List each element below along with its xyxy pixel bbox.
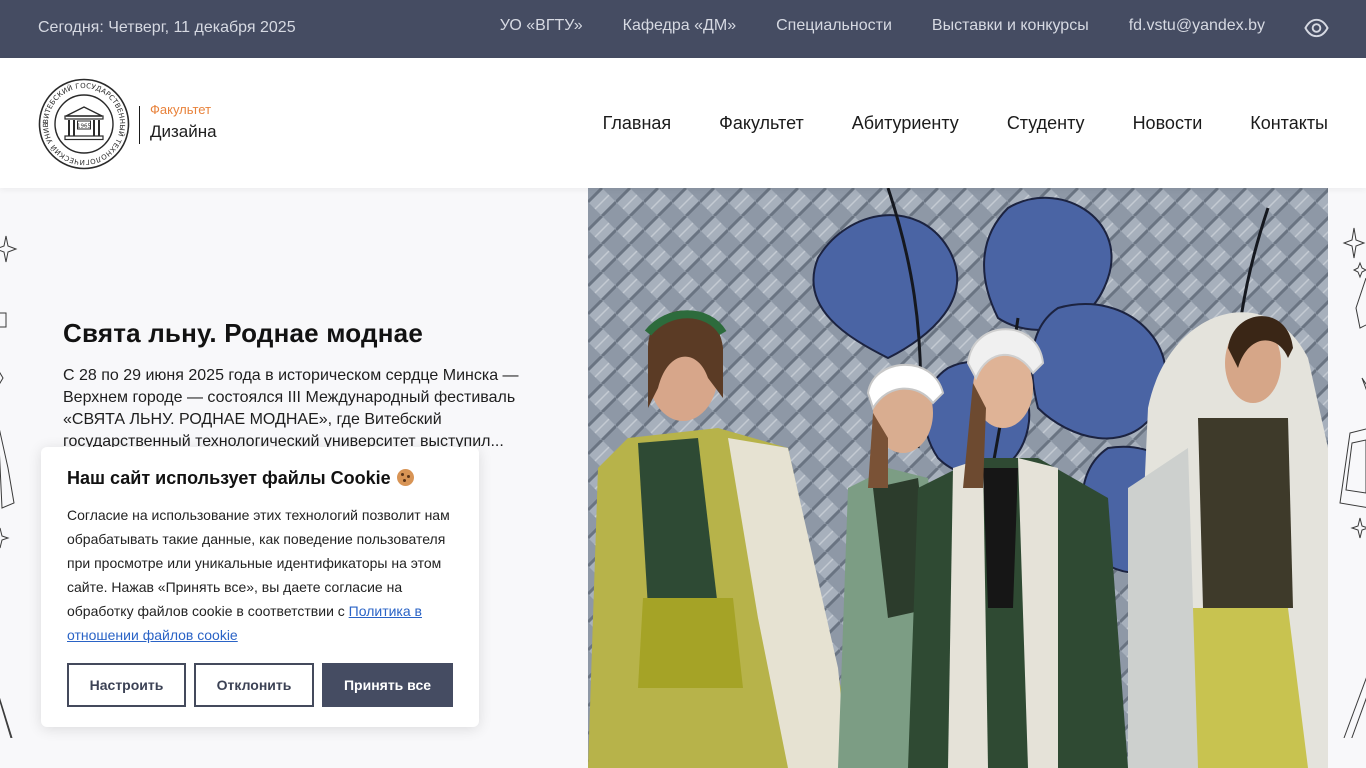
nav-item-faculty[interactable]: Факультет — [719, 113, 804, 134]
cookie-decline-button[interactable]: Отклонить — [194, 663, 314, 707]
cookie-consent-banner: Наш сайт использует файлы Cookie Согласи… — [41, 447, 479, 727]
cookie-description: Согласие на использование этих технологи… — [67, 503, 459, 647]
cookie-title-text: Наш сайт использует файлы Cookie — [67, 468, 391, 488]
site-header: ВИТЕБСКИЙ ГОСУДАРСТВЕННЫЙ ТЕХНОЛОГИЧЕСКИ… — [0, 58, 1366, 188]
logo-faculty-name[interactable]: Дизайна — [150, 122, 217, 142]
university-seal-logo[interactable]: ВИТЕБСКИЙ ГОСУДАРСТВЕННЫЙ ТЕХНОЛОГИЧЕСКИ… — [38, 78, 130, 170]
top-link-specialties[interactable]: Специальности — [776, 17, 892, 35]
hero-title[interactable]: Свята льну. Роднае моднае — [63, 318, 423, 349]
logo-divider — [139, 106, 140, 144]
top-links: УО «ВГТУ» Кафедра «ДМ» Специальности Выс… — [500, 17, 1265, 35]
decorative-sketch-left — [0, 235, 18, 738]
nav-item-news[interactable]: Новости — [1133, 113, 1203, 134]
decorative-sketch-right — [1339, 227, 1366, 738]
cookie-title: Наш сайт использует файлы Cookie — [67, 468, 414, 489]
current-date: Сегодня: Четверг, 11 декабря 2025 — [38, 19, 296, 36]
cookie-icon — [396, 469, 414, 486]
cookie-accept-button[interactable]: Принять все — [322, 663, 453, 707]
hero-slider: Свята льну. Роднае моднае С 28 по 29 июн… — [0, 188, 1366, 768]
cookie-settings-button[interactable]: Настроить — [67, 663, 186, 707]
top-bar: Сегодня: Четверг, 11 декабря 2025 УО «ВГ… — [0, 0, 1366, 58]
nav-item-applicants[interactable]: Абитуриенту — [852, 113, 959, 134]
eye-icon[interactable] — [1304, 17, 1329, 39]
hero-excerpt: С 28 по 29 июня 2025 года в историческом… — [63, 367, 519, 450]
top-link-department[interactable]: Кафедра «ДМ» — [623, 17, 736, 35]
main-navigation: Главная Факультет Абитуриенту Студенту Н… — [603, 113, 1328, 134]
seal-year: 1965 — [77, 124, 91, 130]
top-link-exhibitions[interactable]: Выставки и конкурсы — [932, 17, 1089, 35]
top-link-email[interactable]: fd.vstu@yandex.by — [1129, 17, 1265, 35]
top-link-vstu[interactable]: УО «ВГТУ» — [500, 17, 583, 35]
nav-item-students[interactable]: Студенту — [1007, 113, 1085, 134]
nav-item-contacts[interactable]: Контакты — [1250, 113, 1328, 134]
logo-faculty-label[interactable]: Факультет — [150, 102, 211, 117]
nav-item-home[interactable]: Главная — [603, 113, 672, 134]
hero-photo[interactable] — [588, 188, 1328, 768]
